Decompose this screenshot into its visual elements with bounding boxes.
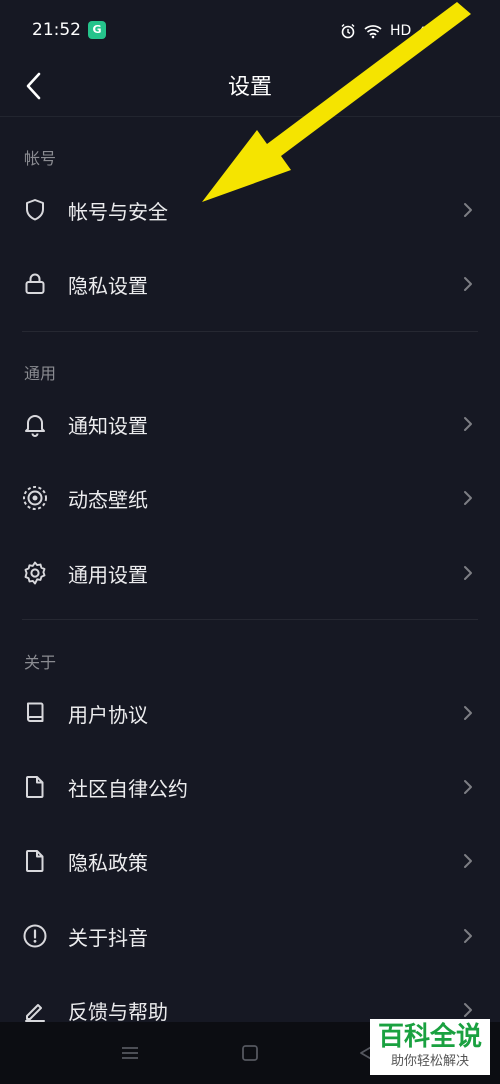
chevron-right-icon xyxy=(464,277,472,291)
chevron-right-icon xyxy=(464,203,472,217)
bell-icon xyxy=(25,415,45,437)
settings-item-label: 帐号与安全 xyxy=(68,200,168,224)
section-label-account: 帐号 xyxy=(24,149,57,168)
watermark-title: 百科全说 xyxy=(377,1022,482,1052)
section-label-general: 通用 xyxy=(24,364,57,383)
settings-item-label: 关于抖音 xyxy=(68,926,148,950)
status-bar: 21:52 G HD 4G xyxy=(0,0,500,60)
status-indicators: HD 4G xyxy=(340,20,432,42)
live-wallpaper-icon xyxy=(23,486,47,510)
wifi-icon xyxy=(364,25,382,39)
chevron-right-icon xyxy=(464,929,472,943)
chevron-right-icon xyxy=(464,566,472,580)
document-icon xyxy=(26,850,44,872)
section-divider xyxy=(22,619,478,620)
settings-item-label: 用户协议 xyxy=(68,703,148,727)
section-label-about: 关于 xyxy=(24,653,57,672)
app-notification-icon: G xyxy=(88,21,106,39)
chevron-right-icon xyxy=(464,780,472,794)
pencil-icon xyxy=(25,1004,45,1022)
home-nav-icon[interactable] xyxy=(239,1042,261,1064)
lock-icon xyxy=(25,273,45,294)
settings-item-label: 动态壁纸 xyxy=(68,488,148,512)
chevron-right-icon xyxy=(464,417,472,431)
watermark-logo: 百科全说 助你轻松解决 xyxy=(370,1019,490,1075)
settings-item-notification-settings[interactable]: 通知设置 xyxy=(0,394,500,454)
watermark-subtitle: 助你轻松解决 xyxy=(390,1054,469,1069)
chevron-right-icon xyxy=(464,854,472,868)
settings-item-privacy-settings[interactable]: 隐私设置 xyxy=(0,254,500,314)
settings-item-general-settings[interactable]: 通用设置 xyxy=(0,543,500,603)
settings-item-about-douyin[interactable]: 关于抖音 xyxy=(0,906,500,966)
settings-item-label: 通用设置 xyxy=(68,563,148,587)
signal-type: 4G xyxy=(419,26,433,36)
settings-item-community-guidelines[interactable]: 社区自律公约 xyxy=(0,757,500,817)
settings-item-label: 社区自律公约 xyxy=(68,777,188,801)
gear-icon xyxy=(24,561,46,585)
book-icon xyxy=(27,702,44,722)
info-icon xyxy=(23,924,47,948)
network-type: HD xyxy=(390,23,412,39)
settings-item-label: 反馈与帮助 xyxy=(68,1000,168,1024)
alarm-icon xyxy=(341,24,355,39)
settings-item-privacy-policy[interactable]: 隐私政策 xyxy=(0,831,500,891)
settings-item-label: 隐私政策 xyxy=(68,851,148,875)
section-divider xyxy=(22,331,478,332)
settings-item-user-agreement[interactable]: 用户协议 xyxy=(0,683,500,743)
page-title: 设置 xyxy=(227,75,272,100)
chevron-right-icon xyxy=(464,491,472,505)
settings-item-label: 隐私设置 xyxy=(68,274,148,298)
chevron-right-icon xyxy=(464,1003,472,1017)
status-time: 21:52 xyxy=(32,20,81,40)
menu-nav-icon[interactable] xyxy=(119,1042,141,1064)
settings-item-account-security[interactable]: 帐号与安全 xyxy=(0,180,500,240)
chevron-right-icon xyxy=(464,706,472,720)
top-bar: 设置 xyxy=(0,60,500,117)
document-icon xyxy=(26,776,44,798)
shield-icon xyxy=(26,199,44,221)
settings-item-label: 通知设置 xyxy=(68,414,148,438)
settings-item-live-wallpaper[interactable]: 动态壁纸 xyxy=(0,468,500,528)
